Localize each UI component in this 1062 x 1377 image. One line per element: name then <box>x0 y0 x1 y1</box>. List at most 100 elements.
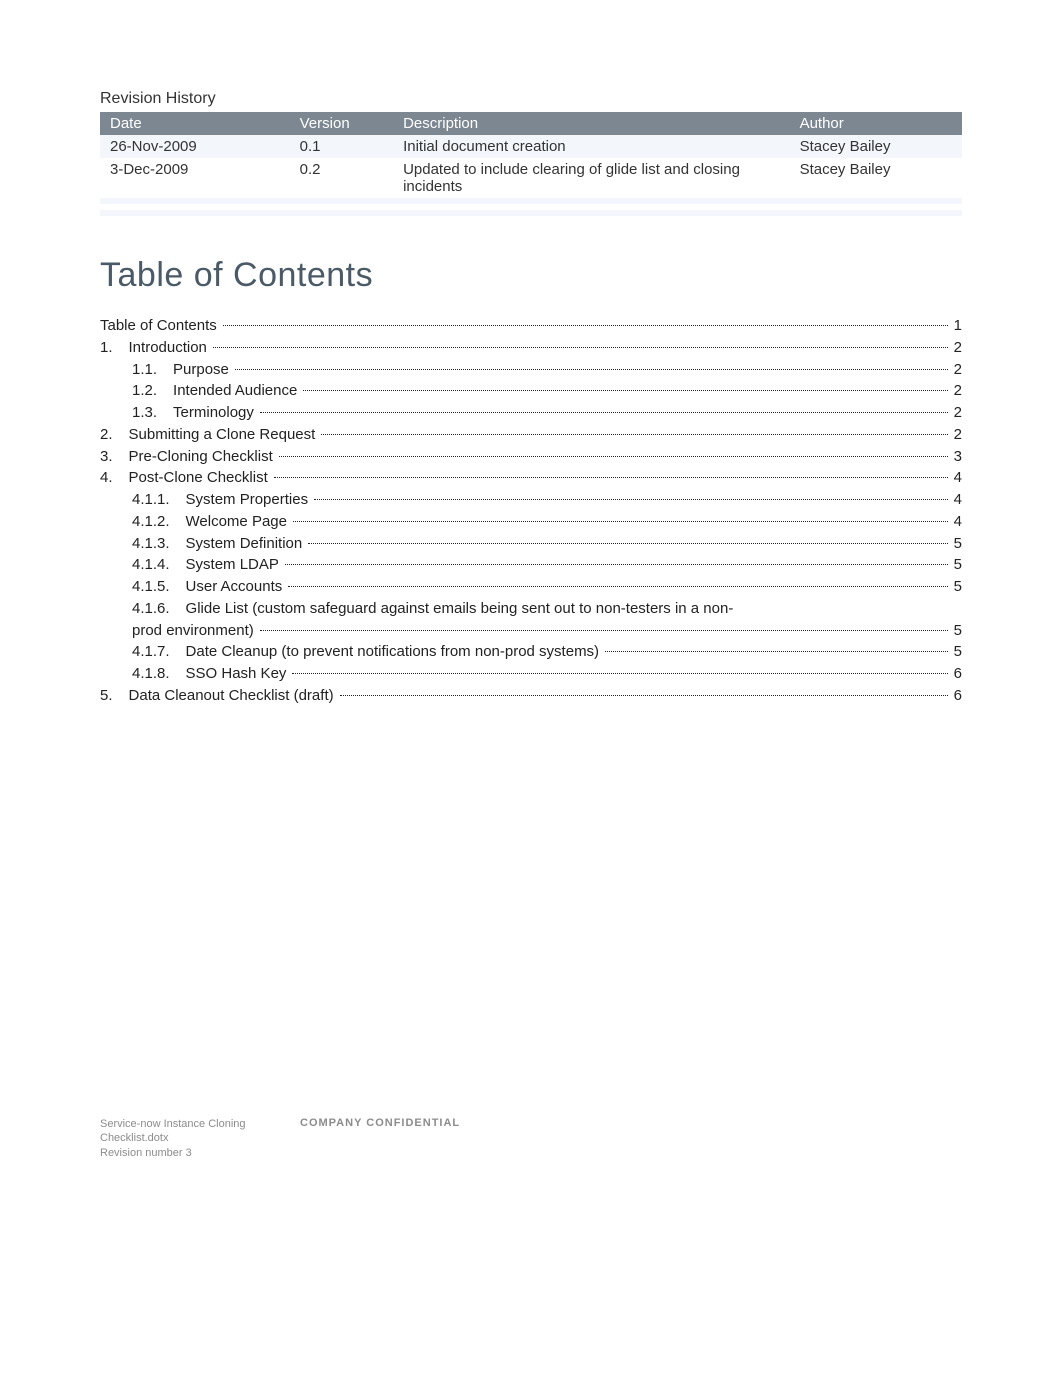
footer-confidential: COMPANY CONFIDENTIAL <box>300 1117 962 1160</box>
toc-text: Data Cleanout Checklist (draft) <box>129 685 338 707</box>
col-date: Date <box>100 112 290 135</box>
cell-date: 26-Nov-2009 <box>100 135 290 158</box>
revision-history-table: Date Version Description Author 26-Nov-2… <box>100 112 962 216</box>
table-header-row: Date Version Description Author <box>100 112 962 135</box>
toc-page: 5 <box>950 576 962 598</box>
toc-entry: 4.1.3.System Definition 5 <box>100 533 962 555</box>
toc-number: 4.1.7. <box>132 641 186 663</box>
toc-dots <box>260 630 948 631</box>
toc-number: 4. <box>100 467 129 489</box>
toc-page: 4 <box>950 489 962 511</box>
toc-text: System Definition <box>186 533 307 555</box>
toc-entry: 4.Post-Clone Checklist 4 <box>100 467 962 489</box>
toc-text: SSO Hash Key <box>186 663 291 685</box>
toc-text: Introduction <box>129 337 211 359</box>
toc-page: 4 <box>950 467 962 489</box>
footer-revision: Revision number 3 <box>100 1146 300 1160</box>
col-description: Description <box>393 112 790 135</box>
toc-page: 2 <box>950 402 962 424</box>
toc-dots <box>279 456 948 457</box>
revision-history-title: Revision History <box>100 90 962 108</box>
col-author: Author <box>790 112 962 135</box>
table-row <box>100 210 962 216</box>
document-page: Revision History Date Version Descriptio… <box>0 0 1062 1200</box>
toc-number: 4.1.6. <box>132 598 186 620</box>
toc-dots <box>340 695 948 696</box>
table-of-contents: Table of Contents11.Introduction21.1.Pur… <box>100 315 962 707</box>
toc-entry: 1.3.Terminology 2 <box>100 402 962 424</box>
toc-page: 2 <box>950 380 962 402</box>
toc-page: 5 <box>950 554 962 576</box>
toc-entry: 2.Submitting a Clone Request 2 <box>100 424 962 446</box>
toc-number: 1.3. <box>132 402 173 424</box>
footer-filename: Service-now Instance Cloning Checklist.d… <box>100 1117 300 1146</box>
toc-text: prod environment) <box>132 620 258 642</box>
cell-date <box>100 210 290 216</box>
footer-left: Service-now Instance Cloning Checklist.d… <box>100 1117 300 1160</box>
toc-page: 5 <box>950 533 962 555</box>
table-row: 3-Dec-2009 0.2 Updated to include cleari… <box>100 158 962 198</box>
toc-dots <box>303 390 947 391</box>
toc-number: 4.1.8. <box>132 663 186 685</box>
toc-dots <box>235 369 948 370</box>
cell-version: 0.1 <box>290 135 393 158</box>
toc-entry: 4.1.7.Date Cleanup (to prevent notificat… <box>100 641 962 663</box>
toc-heading: Table of Contents <box>100 256 962 295</box>
toc-page: 2 <box>950 424 962 446</box>
cell-description: Updated to include clearing of glide lis… <box>393 158 790 198</box>
toc-entry: 1.2.Intended Audience 2 <box>100 380 962 402</box>
toc-text: Purpose <box>173 359 233 381</box>
toc-dots <box>605 651 948 652</box>
toc-text: Intended Audience <box>173 380 301 402</box>
toc-entry: 4.1.4.System LDAP 5 <box>100 554 962 576</box>
toc-number: 1.1. <box>132 359 173 381</box>
toc-text: Table of Contents <box>100 315 221 337</box>
toc-number: 2. <box>100 424 129 446</box>
toc-text: System LDAP <box>186 554 283 576</box>
toc-dots <box>293 521 948 522</box>
toc-entry: 1.1.Purpose 2 <box>100 359 962 381</box>
toc-page: 5 <box>950 620 962 642</box>
toc-number: 4.1.4. <box>132 554 186 576</box>
page-footer: Service-now Instance Cloning Checklist.d… <box>100 1117 962 1160</box>
toc-page: 6 <box>950 685 962 707</box>
cell-description <box>393 210 790 216</box>
toc-text: Terminology <box>173 402 258 424</box>
toc-page: 4 <box>950 511 962 533</box>
toc-page: 2 <box>950 337 962 359</box>
toc-dots <box>321 434 947 435</box>
toc-number: 4.1.2. <box>132 511 186 533</box>
toc-text: Date Cleanup (to prevent notifications f… <box>186 641 604 663</box>
cell-author: Stacey Bailey <box>790 135 962 158</box>
toc-page: 3 <box>950 446 962 468</box>
toc-page: 6 <box>950 663 962 685</box>
toc-entry: 4.1.5.User Accounts 5 <box>100 576 962 598</box>
toc-entry: Table of Contents1 <box>100 315 962 337</box>
toc-entry: 4.1.2.Welcome Page 4 <box>100 511 962 533</box>
toc-page: 2 <box>950 359 962 381</box>
toc-entry: 3.Pre-Cloning Checklist3 <box>100 446 962 468</box>
toc-text: Post-Clone Checklist <box>129 467 272 489</box>
table-row: 26-Nov-2009 0.1 Initial document creatio… <box>100 135 962 158</box>
toc-number: 4.1.3. <box>132 533 186 555</box>
toc-text: Glide List (custom safeguard against ema… <box>186 598 738 620</box>
toc-entry: 4.1.8.SSO Hash Key 6 <box>100 663 962 685</box>
toc-dots <box>314 499 948 500</box>
toc-number: 4.1.1. <box>132 489 186 511</box>
cell-version <box>290 210 393 216</box>
toc-number: 4.1.5. <box>132 576 186 598</box>
toc-text: Submitting a Clone Request <box>129 424 320 446</box>
toc-text: Welcome Page <box>186 511 291 533</box>
toc-dots <box>288 586 947 587</box>
toc-text: Pre-Cloning Checklist <box>129 446 277 468</box>
col-version: Version <box>290 112 393 135</box>
toc-text: User Accounts <box>186 576 287 598</box>
toc-entry: 5.Data Cleanout Checklist (draft) 6 <box>100 685 962 707</box>
cell-date: 3-Dec-2009 <box>100 158 290 198</box>
cell-version: 0.2 <box>290 158 393 198</box>
toc-dots <box>223 325 948 326</box>
toc-dots <box>292 673 947 674</box>
toc-number: 1.2. <box>132 380 173 402</box>
toc-dots <box>213 347 948 348</box>
toc-number: 5. <box>100 685 129 707</box>
